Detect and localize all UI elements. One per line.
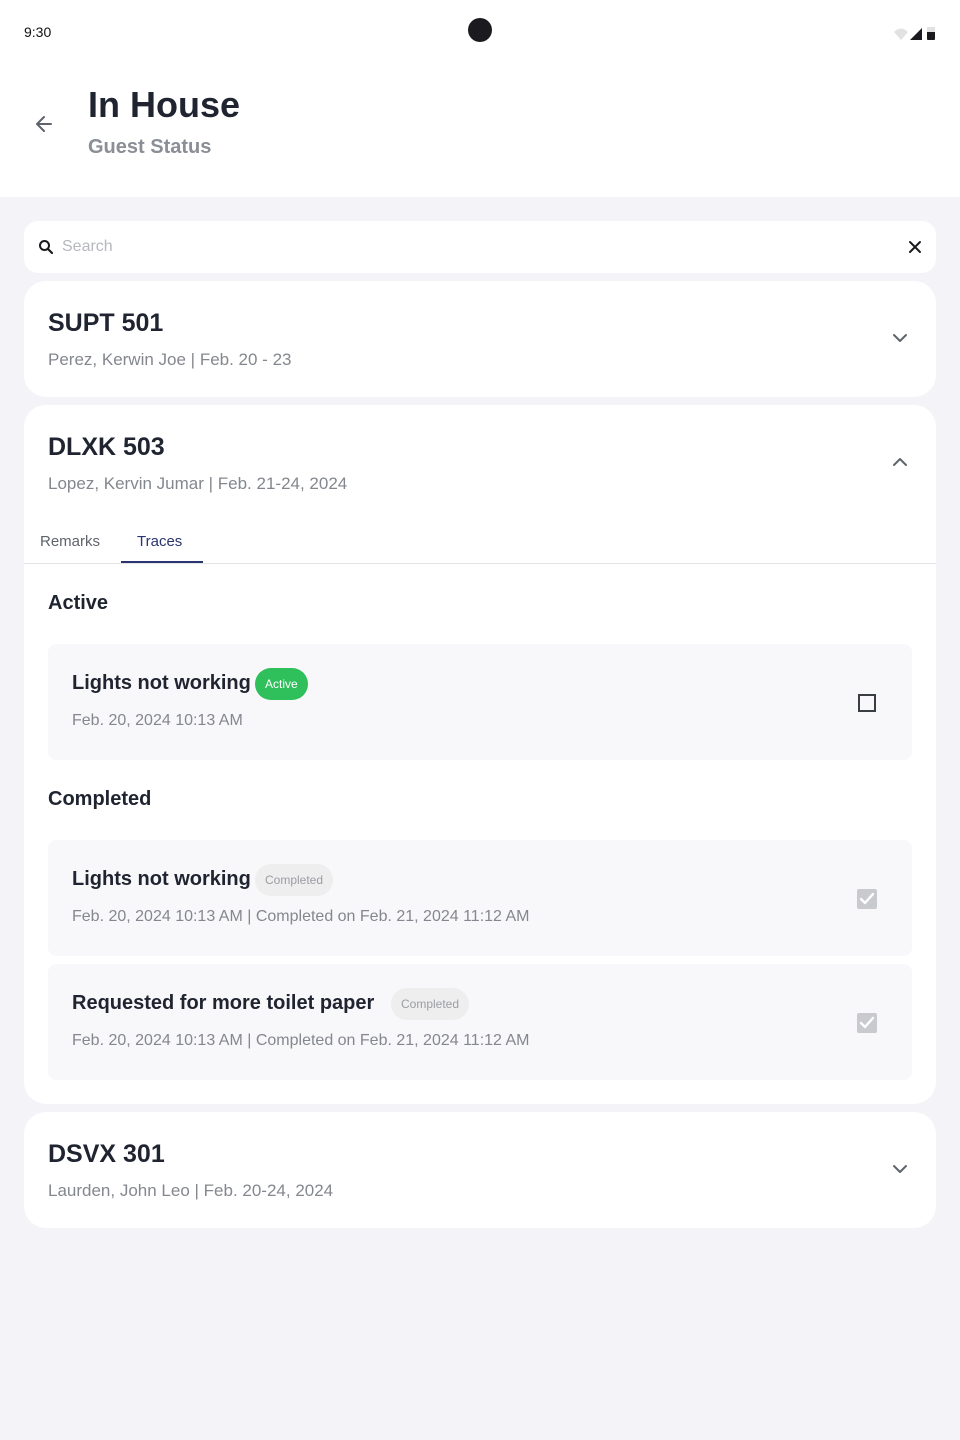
tab-remarks[interactable]: Remarks [40, 533, 100, 550]
status-icons [894, 27, 935, 40]
status-badge: Completed [255, 864, 334, 896]
page-header: In House Guest Status [0, 64, 960, 197]
trace-title: Lights not working [72, 672, 251, 694]
chevron-down-icon [893, 334, 907, 342]
page-subtitle: Guest Status [88, 136, 212, 158]
status-badge: Completed [391, 988, 470, 1020]
room-code: SUPT 501 [48, 309, 164, 337]
search-bar [24, 221, 936, 273]
search-input[interactable] [62, 231, 882, 263]
trace-timestamp: Feb. 20, 2024 10:13 AM [72, 712, 243, 729]
collapse-button[interactable] [886, 448, 914, 476]
room-card-dlxk-503: DLXK 503 Lopez, Kervin Jumar | Feb. 21-2… [24, 405, 936, 1104]
room-guest-info: Perez, Kerwin Joe | Feb. 20 - 23 [48, 350, 292, 369]
trace-title: Lights not working [72, 868, 251, 890]
page-title: In House [88, 84, 241, 125]
room-card-supt-501[interactable]: SUPT 501 Perez, Kerwin Joe | Feb. 20 - 2… [24, 281, 936, 397]
trace-checkbox[interactable] [856, 692, 878, 714]
trace-title: Requested for more toilet paper [72, 992, 375, 1014]
arrow-left-icon [36, 116, 52, 132]
section-title-active: Active [48, 592, 109, 614]
wifi-icon [894, 28, 908, 40]
signal-icon [910, 28, 922, 40]
expand-button[interactable] [886, 324, 914, 352]
status-badge: Active [255, 668, 308, 700]
room-code: DLXK 503 [48, 433, 165, 461]
trace-timestamp: Feb. 20, 2024 10:13 AM | Completed on Fe… [72, 908, 530, 925]
trace-checkbox-checked[interactable] [856, 1012, 878, 1034]
expand-button[interactable] [886, 1155, 914, 1183]
trace-timestamp: Feb. 20, 2024 10:13 AM | Completed on Fe… [72, 1032, 530, 1049]
tab-traces[interactable]: Traces [137, 533, 182, 550]
room-code: DSVX 301 [48, 1140, 165, 1168]
room-guest-info: Laurden, John Leo | Feb. 20-24, 2024 [48, 1181, 334, 1200]
room-guest-info: Lopez, Kervin Jumar | Feb. 21-24, 2024 [48, 474, 348, 493]
chevron-up-icon [893, 458, 907, 466]
camera-cutout [468, 18, 492, 42]
trace-item: Lights not working Active Feb. 20, 2024 … [48, 644, 912, 760]
status-bar: 9:30 [0, 0, 960, 64]
section-title-completed: Completed [48, 788, 152, 810]
trace-item: Requested for more toilet paper Complete… [48, 964, 912, 1080]
tab-active-indicator [121, 561, 203, 563]
back-button[interactable] [28, 108, 60, 140]
tab-bar: Remarks Traces [24, 523, 936, 564]
close-icon[interactable] [908, 240, 922, 254]
trace-item: Lights not working Completed Feb. 20, 20… [48, 840, 912, 956]
status-time: 9:30 [24, 24, 52, 40]
chevron-down-icon [893, 1165, 907, 1173]
trace-checkbox-checked[interactable] [856, 888, 878, 910]
search-icon [39, 240, 54, 255]
room-card-dsvx-301[interactable]: DSVX 301 Laurden, John Leo | Feb. 20-24,… [24, 1112, 936, 1228]
